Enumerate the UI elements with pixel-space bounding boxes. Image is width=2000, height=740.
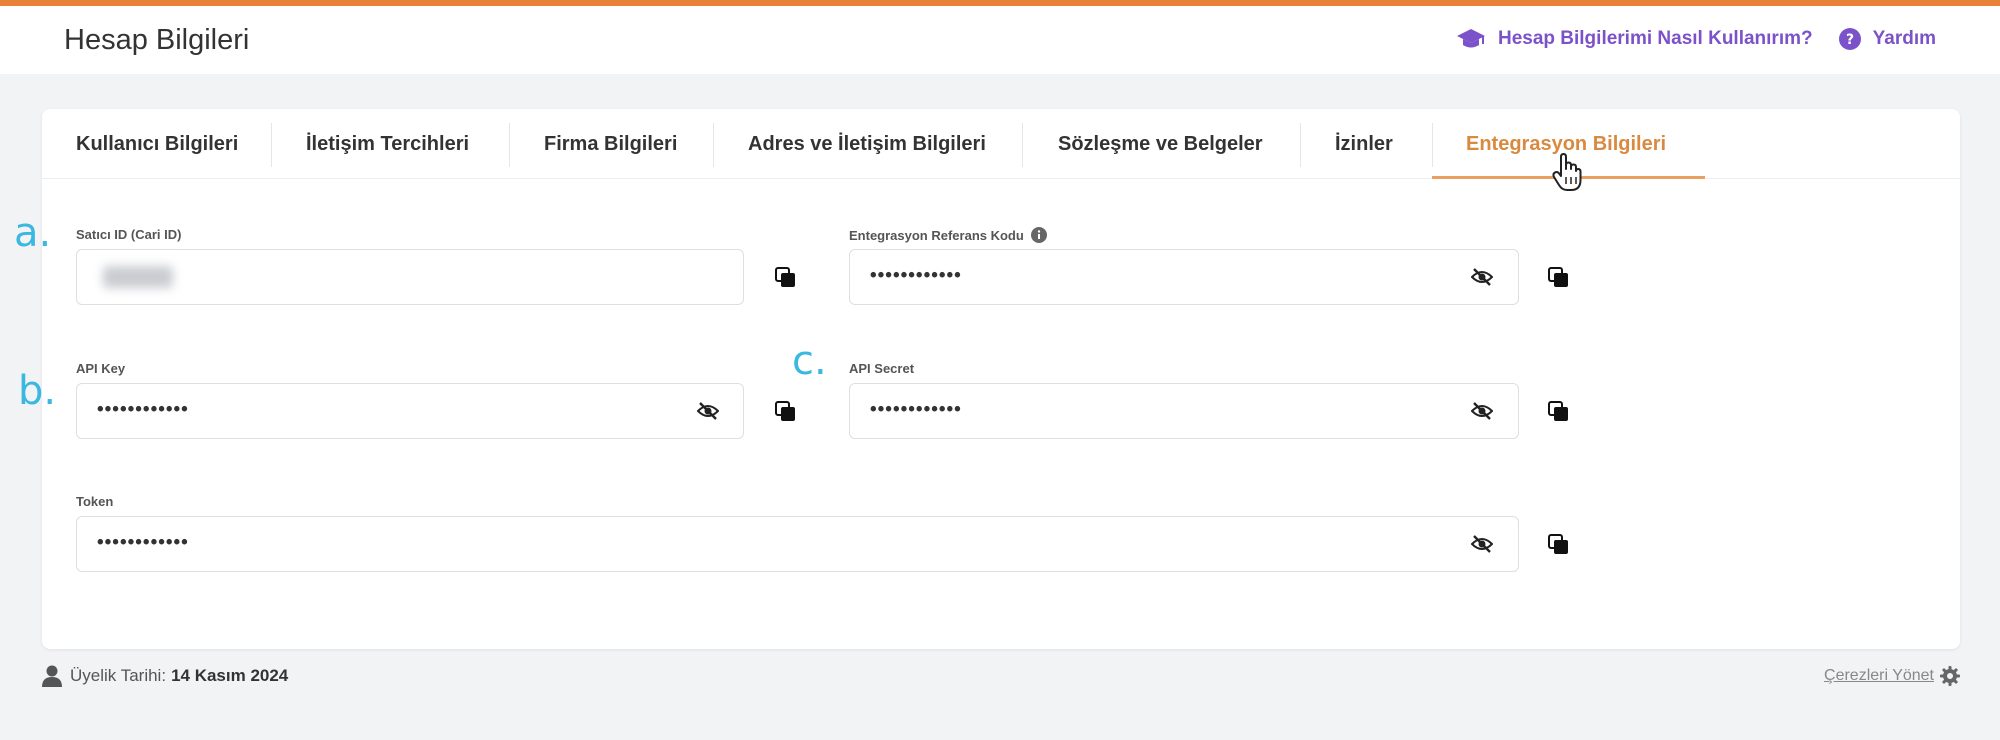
tab-company-info[interactable]: Firma Bilgileri [544, 109, 677, 179]
seller-id-value-blurred [103, 266, 173, 288]
api-secret-field[interactable]: •••••••••••• [849, 383, 1519, 439]
membership-date: 14 Kasım 2024 [171, 666, 289, 685]
svg-text:?: ? [1846, 32, 1854, 48]
api-key-field[interactable]: •••••••••••• [76, 383, 744, 439]
tab-contracts-documents[interactable]: Sözleşme ve Belgeler [1058, 109, 1263, 179]
graduation-cap-icon [1456, 29, 1485, 48]
tab-divider [1300, 123, 1301, 167]
annotation-a: a. [14, 210, 52, 256]
hand-pointer-icon [1552, 153, 1582, 191]
api-secret-value: •••••••••••• [870, 399, 962, 420]
integration-ref-field[interactable]: •••••••••••• [849, 249, 1519, 305]
eye-slash-icon[interactable] [697, 401, 719, 421]
help-link[interactable]: ? Yardım [1838, 28, 1936, 50]
tab-address-contact[interactable]: Adres ve İletişim Bilgileri [748, 109, 986, 179]
account-card: Kullanıcı Bilgileri İletişim Tercihleri … [42, 109, 1960, 649]
seller-id-label: Satıcı ID (Cari ID) [76, 227, 182, 242]
tab-divider [509, 123, 510, 167]
question-circle-icon: ? [1838, 28, 1861, 50]
token-value: •••••••••••• [97, 532, 189, 553]
token-field[interactable]: •••••••••••• [76, 516, 1519, 572]
page-title: Hesap Bilgileri [64, 24, 250, 56]
eye-slash-icon[interactable] [1471, 534, 1493, 554]
integration-ref-label: Entegrasyon Referans Kodu [849, 227, 1047, 243]
tab-divider [1022, 123, 1023, 167]
membership-label: Üyelik Tarihi: [70, 666, 167, 685]
tab-bar: Kullanıcı Bilgileri İletişim Tercihleri … [42, 109, 1960, 191]
copy-icon[interactable] [1548, 401, 1570, 423]
annotation-c: c. [792, 338, 827, 384]
copy-icon[interactable] [775, 401, 797, 423]
api-secret-label: API Secret [849, 361, 915, 376]
help-label: Yardım [1872, 28, 1936, 49]
api-key-value: •••••••••••• [97, 399, 189, 420]
eye-slash-icon[interactable] [1471, 267, 1493, 287]
tab-divider [713, 123, 714, 167]
tab-user-info[interactable]: Kullanıcı Bilgileri [76, 109, 238, 179]
annotation-b: b. [18, 368, 57, 414]
manage-cookies-label: Çerezleri Yönet [1824, 667, 1934, 684]
integration-ref-label-text: Entegrasyon Referans Kodu [849, 227, 1024, 243]
header-links: Hesap Bilgilerimi Nasıl Kullanırım? ? Ya… [1456, 28, 1936, 50]
manage-cookies-link[interactable]: Çerezleri Yönet [1824, 666, 1960, 686]
tab-divider [271, 123, 272, 167]
token-label: Token [76, 494, 114, 509]
user-icon [42, 665, 62, 687]
tab-permissions[interactable]: İzinler [1335, 109, 1393, 179]
copy-icon[interactable] [775, 267, 797, 289]
info-icon[interactable] [1030, 227, 1047, 243]
copy-icon[interactable] [1548, 534, 1570, 556]
eye-slash-icon[interactable] [1471, 401, 1493, 421]
gear-icon [1940, 666, 1960, 686]
page-header: Hesap Bilgileri Hesap Bilgilerimi Nasıl … [0, 6, 2000, 74]
help-guide-label: Hesap Bilgilerimi Nasıl Kullanırım? [1497, 28, 1813, 49]
api-key-label: API Key [76, 361, 126, 376]
copy-icon[interactable] [1548, 267, 1570, 289]
integration-ref-value: •••••••••••• [870, 265, 962, 286]
tab-divider [1432, 123, 1433, 167]
membership-info: Üyelik Tarihi: 14 Kasım 2024 [42, 665, 288, 687]
tab-communication-preferences[interactable]: İletişim Tercihleri [306, 109, 469, 179]
help-guide-link[interactable]: Hesap Bilgilerimi Nasıl Kullanırım? [1456, 28, 1813, 50]
seller-id-field[interactable] [76, 249, 744, 305]
